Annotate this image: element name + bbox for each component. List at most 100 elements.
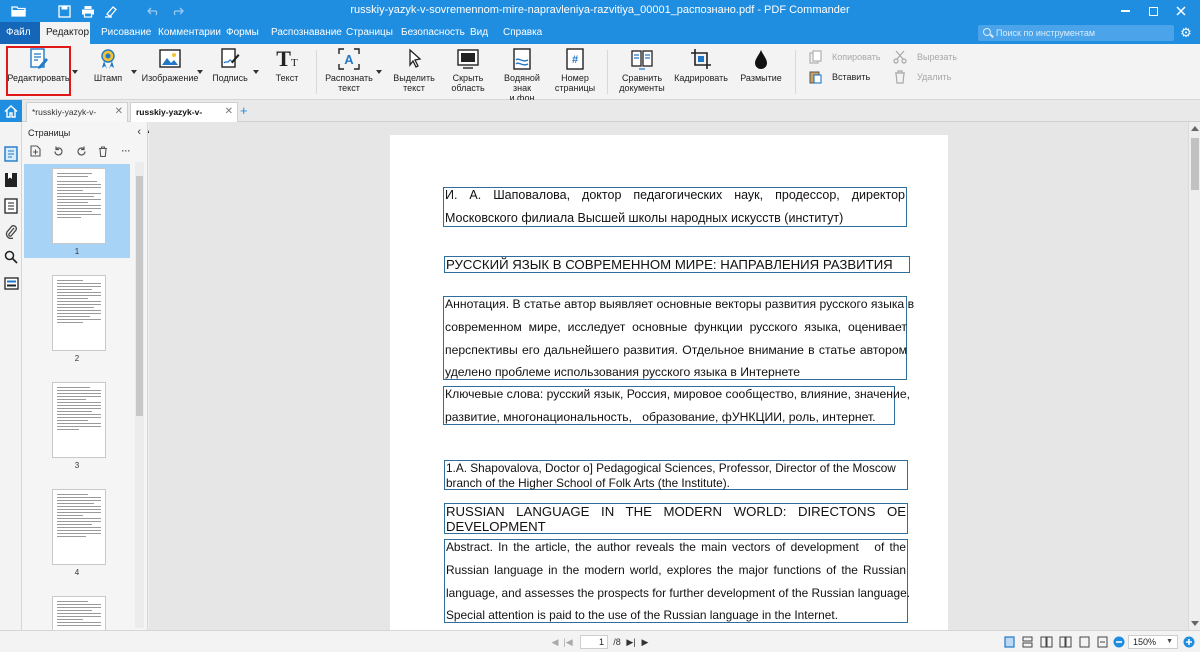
scroll-thumb[interactable] — [136, 176, 143, 416]
page-thumbnail-4[interactable]: 4 — [24, 485, 130, 579]
cut-label: Вырезать — [917, 52, 958, 62]
recognize-dropdown-caret[interactable] — [376, 70, 382, 74]
continuous-view-icon[interactable] — [1020, 635, 1034, 649]
watermark-button[interactable]: Водяной знак и фон — [494, 48, 550, 103]
form-fields-icon[interactable] — [3, 275, 19, 291]
window-title: russkiy-yazyk-v-sovremennom-mire-napravl… — [350, 4, 850, 16]
hide-area-button[interactable]: Скрыть область — [446, 48, 490, 96]
maximize-icon[interactable] — [1138, 0, 1168, 22]
home-icon[interactable] — [0, 100, 22, 122]
zoom-in-icon[interactable] — [1183, 635, 1195, 649]
stamp-button[interactable]: Штамп — [90, 48, 126, 96]
delete-button[interactable]: Удалить — [893, 69, 951, 85]
paste-button[interactable]: Вставить — [808, 69, 870, 85]
page-thumbnail-3[interactable]: 3 — [24, 378, 130, 472]
scroll-thumb[interactable] — [1191, 138, 1199, 190]
zoom-out-icon[interactable] — [1113, 635, 1125, 649]
select-text-icon — [403, 48, 425, 70]
scroll-down-icon[interactable] — [1191, 621, 1199, 626]
author-en-line1: 1.A. Shapovalova, Doctor o] Pedagogical … — [446, 461, 896, 475]
image-button[interactable]: Изображение — [142, 48, 198, 96]
select-text-label-line1: Выделить — [393, 73, 435, 83]
menu-recognition[interactable]: Распознавание — [265, 22, 348, 44]
thumbnail-image — [52, 596, 106, 630]
page-number-input[interactable]: 1 — [580, 635, 608, 649]
menu-pages[interactable]: Страницы — [340, 22, 399, 44]
close-icon[interactable] — [1166, 0, 1196, 22]
last-page-icon[interactable]: ▶ — [640, 635, 650, 649]
paperclip-icon[interactable] — [3, 223, 19, 239]
menu-view[interactable]: Вид — [464, 22, 494, 44]
rotate-right-icon[interactable] — [74, 145, 88, 157]
document-tab-1[interactable]: *russkiy-yazyk-v-sovrem... ✕ — [26, 102, 128, 135]
crop-icon — [690, 48, 712, 70]
menu-security[interactable]: Безопасность — [395, 22, 471, 44]
menu-editor[interactable]: Редактор — [40, 22, 90, 44]
page-thumbnail-2[interactable]: 2 — [24, 271, 130, 365]
abstract-en-line2: Russian language in the modern world, ex… — [446, 563, 906, 577]
delete-page-icon[interactable] — [96, 145, 110, 157]
close-tab-icon[interactable]: ✕ — [225, 103, 233, 121]
page-thumbnail-1[interactable]: 1 — [24, 164, 130, 258]
thumbnail-image — [52, 382, 106, 458]
abstract-ru-line2: современном мире, исследует основные фун… — [445, 320, 907, 334]
minimize-icon[interactable] — [1110, 0, 1140, 22]
page-thumbnail-5[interactable] — [24, 592, 130, 630]
page-number-button[interactable]: # Номер страницы — [554, 48, 596, 96]
watermark-icon — [511, 48, 533, 70]
search-input[interactable]: Поиск по инструментам — [978, 25, 1174, 41]
menu-drawing[interactable]: Рисование — [95, 22, 157, 44]
abstract-en-line4: Special attention is paid to the use of … — [446, 608, 838, 622]
add-page-icon[interactable] — [28, 145, 42, 157]
single-page-view-icon[interactable] — [1002, 635, 1016, 649]
signature-dropdown-caret[interactable] — [253, 70, 259, 74]
abstract-en-line3: language, and assesses the prospects for… — [446, 586, 911, 600]
image-dropdown-caret[interactable] — [197, 70, 203, 74]
blur-button[interactable]: Размытие — [740, 48, 782, 96]
document-view[interactable]: И. А. Шаповалова, доктор педагогических … — [149, 122, 1188, 630]
select-text-button[interactable]: Выделить текст — [392, 48, 436, 96]
two-page-view-icon[interactable] — [1039, 635, 1053, 649]
menu-help[interactable]: Справка — [497, 22, 548, 44]
crop-button[interactable]: Кадрировать — [674, 48, 728, 96]
signature-button[interactable]: Подпись — [210, 48, 250, 96]
edit-button[interactable]: Редактировать — [6, 46, 71, 96]
search-icon[interactable] — [3, 249, 19, 265]
svg-text:A: A — [344, 52, 354, 67]
add-tab-icon[interactable]: + — [240, 103, 248, 118]
text-button[interactable]: TT Текст — [270, 48, 304, 96]
stamp-dropdown-caret[interactable] — [131, 70, 137, 74]
fit-page-icon[interactable] — [1077, 635, 1091, 649]
cut-button[interactable]: Вырезать — [893, 49, 957, 65]
keywords-ru-line2: развитие, многонациональность, образован… — [445, 410, 876, 424]
collapse-panel-icon[interactable]: ‹ — [137, 126, 141, 138]
bookmark-icon[interactable] — [3, 172, 19, 188]
more-options-icon[interactable]: ··· — [119, 145, 133, 157]
edit-dropdown-caret[interactable] — [72, 70, 78, 74]
next-page-icon[interactable]: ▶| — [626, 635, 636, 649]
scroll-up-icon[interactable] — [1191, 126, 1199, 131]
document-tab-2[interactable]: russkiy-yazyk-v-sovreme... ✕ — [130, 102, 238, 135]
author-ru-line2: Московского филиала Высшей школы народны… — [445, 211, 844, 225]
previous-page-icon[interactable]: |◀ — [563, 635, 573, 649]
menu-forms[interactable]: Формы — [220, 22, 265, 44]
abstract-ru-line3: перспективы его дальнейшего развития. От… — [445, 343, 907, 357]
compare-icon — [631, 48, 653, 70]
fit-width-icon[interactable] — [1095, 635, 1109, 649]
close-tab-icon[interactable]: ✕ — [115, 103, 123, 121]
trash-icon — [893, 70, 907, 84]
zoom-select[interactable]: 150% ▼ — [1128, 635, 1178, 649]
document-scrollbar[interactable] — [1188, 122, 1200, 630]
rotate-left-icon[interactable] — [51, 145, 65, 157]
two-page-continuous-icon[interactable] — [1058, 635, 1072, 649]
gear-icon[interactable]: ⚙ — [1178, 25, 1194, 41]
copy-button[interactable]: Копировать — [808, 49, 880, 65]
first-page-icon[interactable]: ◀ — [550, 635, 560, 649]
document-outline-icon[interactable] — [3, 198, 19, 214]
recognize-text-button[interactable]: A Распознать текст — [325, 48, 373, 96]
menu-file[interactable]: Файл ▼ — [0, 22, 40, 59]
pages-scrollbar[interactable] — [135, 162, 144, 628]
menu-comments[interactable]: Комментарии — [152, 22, 227, 44]
pages-panel-icon[interactable] — [3, 146, 19, 162]
compare-documents-button[interactable]: Сравнить документы — [618, 48, 666, 96]
